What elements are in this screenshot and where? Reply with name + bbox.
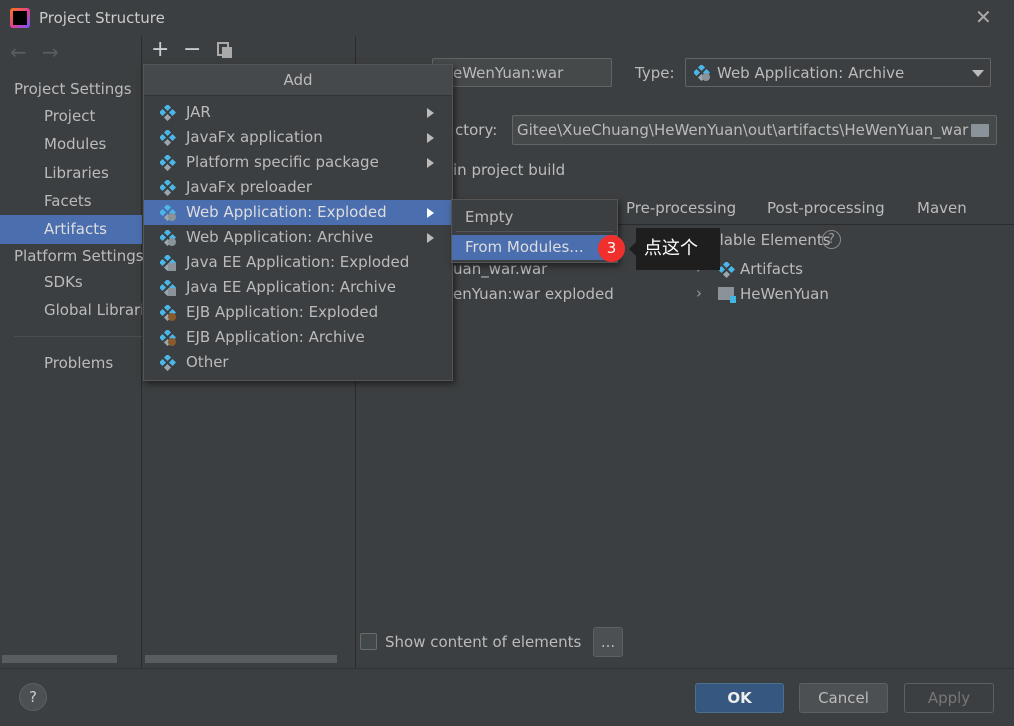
menu-item-label: Java EE Application: Archive [186, 278, 396, 296]
forward-arrow-icon[interactable]: → [42, 40, 59, 64]
type-label: Type: [635, 64, 675, 82]
tree-item-artifacts[interactable]: Artifacts [740, 260, 803, 278]
artifact-settings-panel: eWenYuan:war Type: Web Application: Arch… [357, 36, 1014, 668]
menu-item-javafx-application[interactable]: JavaFx application [144, 125, 452, 150]
list-scrollbar[interactable] [145, 655, 337, 663]
menu-item-label: EJB Application: Exploded [186, 303, 379, 321]
menu-item-label: Java EE Application: Exploded [186, 253, 410, 271]
separator [456, 231, 613, 232]
close-icon[interactable]: ✕ [975, 5, 992, 29]
menu-item-label: Other [186, 353, 229, 371]
menu-item-jar[interactable]: JAR [144, 100, 452, 125]
add-menu-title: Add [144, 65, 452, 96]
artifact-icon [160, 155, 176, 171]
sidebar-item-artifacts[interactable]: Artifacts [0, 215, 142, 244]
help-button[interactable]: ? [19, 683, 47, 711]
copy-icon[interactable] [217, 42, 232, 58]
submenu-arrow-icon [427, 158, 434, 168]
folder-icon[interactable] [971, 124, 989, 137]
menu-item-web-application-exploded[interactable]: Web Application: Exploded [144, 200, 452, 225]
menu-item-label: Web Application: Exploded [186, 203, 387, 221]
ejb-artifact-icon [160, 305, 176, 321]
sidebar: ← → Project Settings Project Modules Lib… [0, 36, 144, 668]
title-bar: Project Structure ✕ [0, 0, 1014, 36]
ejb-artifact-icon [160, 330, 176, 346]
web-exploded-submenu: Empty From Modules... [451, 199, 618, 263]
back-arrow-icon[interactable]: ← [10, 40, 27, 64]
intellij-logo-icon [10, 8, 30, 28]
add-menu: Add JAR JavaFx application Platform specif… [143, 64, 453, 381]
section-project-settings: Project Settings [14, 80, 132, 98]
artifact-icon [160, 130, 176, 146]
sidebar-scrollbar[interactable] [2, 655, 117, 663]
submenu-arrow-icon [427, 208, 434, 218]
sidebar-item-problems[interactable]: Problems [0, 350, 142, 378]
sidebar-item-global-libraries[interactable]: Global Librari [0, 297, 142, 325]
annotation-tooltip: 点这个 [629, 228, 720, 270]
artifact-icon [719, 262, 735, 278]
tab-post-processing[interactable]: Post-processing [767, 199, 885, 217]
menu-item-web-application-archive[interactable]: Web Application: Archive [144, 225, 452, 250]
output-item[interactable]: enYuan:war exploded [453, 285, 614, 303]
footer: ? OK Cancel Apply [0, 668, 1014, 726]
menu-item-label: EJB Application: Archive [186, 328, 365, 346]
web-artifact-icon [694, 65, 710, 81]
sidebar-item-sdks[interactable]: SDKs [0, 269, 142, 297]
artifact-icon [160, 355, 176, 371]
more-button[interactable]: ... [593, 627, 623, 657]
submenu-arrow-icon [427, 233, 434, 243]
tree-item-hewenyuan[interactable]: HeWenYuan [740, 285, 829, 303]
menu-item-platform-specific-package[interactable]: Platform specific package [144, 150, 452, 175]
step-badge: 3 [598, 235, 625, 262]
menu-item-ejb-application-exploded[interactable]: EJB Application: Exploded [144, 300, 452, 325]
artifact-name-input[interactable]: eWenYuan:war [432, 58, 612, 87]
artifact-icon [160, 105, 176, 121]
tab-pre-processing[interactable]: Pre-processing [626, 199, 736, 217]
help-icon[interactable]: ? [822, 230, 841, 249]
javaee-artifact-icon [160, 255, 176, 271]
menu-item-javafx-preloader[interactable]: JavaFx preloader [144, 175, 452, 200]
menu-item-other[interactable]: Other [144, 350, 452, 375]
artifact-icon [160, 180, 176, 196]
web-artifact-icon [160, 230, 176, 246]
web-artifact-icon [160, 205, 176, 221]
ok-button[interactable]: OK [695, 683, 784, 713]
module-folder-icon [718, 287, 736, 303]
output-directory-input[interactable]: Gitee\XueChuang\HeWenYuan\out\artifacts\… [512, 115, 997, 145]
include-in-build-label[interactable]: in project build [453, 161, 565, 179]
menu-item-label: Web Application: Archive [186, 228, 374, 246]
submenu-arrow-icon [427, 108, 434, 118]
divider [14, 336, 142, 337]
show-content-label[interactable]: Show content of elements [385, 633, 581, 651]
menu-item-java-ee-application-exploded[interactable]: Java EE Application: Exploded [144, 250, 452, 275]
chevron-down-icon [972, 70, 984, 77]
menu-item-label: Platform specific package [186, 153, 379, 171]
menu-item-label: JavaFx preloader [186, 178, 312, 196]
cancel-button[interactable]: Cancel [799, 683, 888, 713]
sidebar-item-libraries[interactable]: Libraries [0, 160, 142, 188]
submenu-item-empty[interactable]: Empty [452, 205, 617, 230]
output-directory-label: ctory: [455, 121, 498, 139]
sidebar-item-facets[interactable]: Facets [0, 188, 142, 216]
menu-item-label: JavaFx application [186, 128, 323, 146]
sidebar-item-project[interactable]: Project [0, 103, 142, 131]
submenu-item-from-modules[interactable]: From Modules... [452, 235, 617, 260]
javaee-artifact-icon [160, 280, 176, 296]
sidebar-item-modules[interactable]: Modules [0, 131, 142, 159]
type-dropdown[interactable]: Web Application: Archive [685, 58, 991, 87]
tab-maven[interactable]: Maven [917, 199, 967, 217]
remove-icon[interactable]: − [183, 37, 201, 62]
menu-item-label: JAR [186, 103, 211, 121]
section-platform-settings: Platform Settings [14, 247, 144, 265]
show-content-checkbox[interactable] [360, 633, 377, 650]
chevron-right-icon[interactable]: › [696, 284, 702, 302]
add-icon[interactable]: + [151, 37, 169, 62]
menu-item-java-ee-application-archive[interactable]: Java EE Application: Archive [144, 275, 452, 300]
window-title: Project Structure [39, 9, 165, 27]
apply-button[interactable]: Apply [904, 683, 994, 713]
submenu-arrow-icon [427, 133, 434, 143]
menu-item-ejb-application-archive[interactable]: EJB Application: Archive [144, 325, 452, 350]
